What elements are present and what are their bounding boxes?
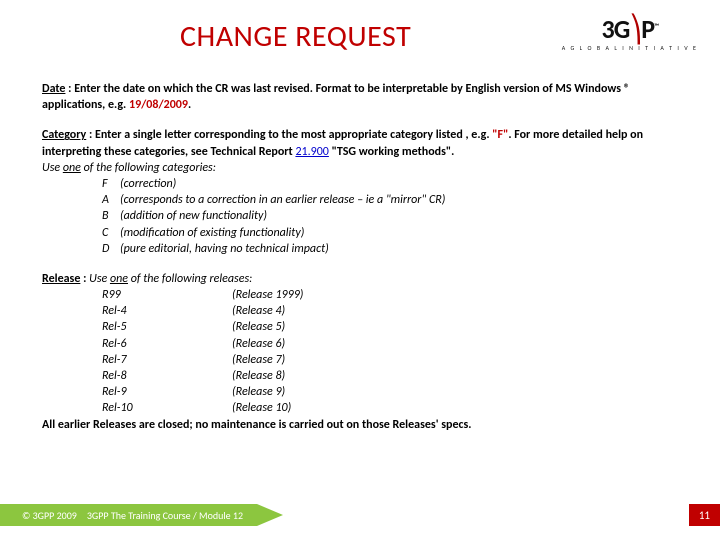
page-title: CHANGE REQUEST [180, 18, 411, 55]
category-desc: (corresponds to a correction in an earli… [120, 192, 445, 208]
release-code: R99 [102, 287, 232, 303]
release-code: Rel-5 [102, 319, 232, 335]
category-code: A [102, 192, 120, 208]
category-list: F(correction)A(corresponds to a correcti… [42, 176, 692, 257]
date-period: . [188, 98, 191, 112]
category-item: C(modification of existing functionality… [42, 225, 692, 241]
release-item: Rel-4(Release 4) [42, 303, 692, 319]
date-label: Date [42, 82, 65, 96]
category-body-c: "TSG working methods". [329, 145, 454, 159]
release-closing: All earlier Releases are closed; no main… [42, 417, 692, 433]
category-desc: (addition of new functionality) [120, 208, 267, 224]
release-code: Rel-8 [102, 368, 232, 384]
category-item: F(correction) [42, 176, 692, 192]
release-section: Release : Use one of the following relea… [42, 271, 692, 433]
release-list: R99(Release 1999)Rel-4(Release 4)Rel-5(R… [42, 287, 692, 417]
release-code: Rel-9 [102, 384, 232, 400]
footer-copyright: © 3GPP 2009 [22, 509, 77, 522]
release-use-suffix: of the following releases: [128, 272, 252, 286]
release-code: Rel-4 [102, 303, 232, 319]
footer: © 3GPP 2009 3GPP The Training Course / M… [0, 504, 720, 526]
category-code: B [102, 208, 120, 224]
category-use-line: Use one of the following categories: [42, 160, 692, 176]
category-code: F [102, 176, 120, 192]
logo-mark: 3G⎞P™ [562, 16, 698, 42]
release-item: Rel-9(Release 9) [42, 384, 692, 400]
date-section: Date : Enter the date on which the CR wa… [42, 81, 692, 113]
category-code: C [102, 225, 120, 241]
category-desc: (correction) [120, 176, 176, 192]
footer-course: 3GPP The Training Course / Module 12 [87, 509, 243, 522]
release-sep: : [80, 272, 89, 286]
technical-report-link[interactable]: 21.900 [295, 145, 328, 159]
release-code: Rel-6 [102, 336, 232, 352]
release-label: Release [42, 272, 80, 286]
release-item: Rel-10(Release 10) [42, 400, 692, 416]
page-number: 11 [689, 504, 720, 526]
release-item: R99(Release 1999) [42, 287, 692, 303]
release-item: Rel-5(Release 5) [42, 319, 692, 335]
logo-tagline: A G L O B A L I N I T I A T I V E [562, 45, 698, 51]
release-item: Rel-7(Release 7) [42, 352, 692, 368]
date-sep: : [65, 82, 74, 96]
category-label: Category [42, 128, 86, 142]
content-body: Date : Enter the date on which the CR wa… [0, 61, 720, 433]
category-item: B(addition of new functionality) [42, 208, 692, 224]
release-desc: (Release 1999) [232, 287, 303, 303]
release-use-prefix: Use [89, 272, 110, 286]
release-desc: (Release 9) [232, 384, 285, 400]
category-section: Category : Enter a single letter corresp… [42, 127, 692, 257]
footer-left: © 3GPP 2009 3GPP The Training Course / M… [0, 504, 257, 526]
release-desc: (Release 6) [232, 336, 285, 352]
category-sep: : [86, 128, 95, 142]
category-desc: (modification of existing functionality) [120, 225, 304, 241]
category-code: D [102, 241, 120, 257]
category-desc: (pure editorial, having no technical imp… [120, 241, 329, 257]
release-use-word: one [110, 272, 128, 286]
category-item: A(corresponds to a correction in an earl… [42, 192, 692, 208]
release-desc: (Release 5) [232, 319, 285, 335]
logo: 3G⎞P™ A G L O B A L I N I T I A T I V E [562, 16, 698, 51]
category-item: D(pure editorial, having no technical im… [42, 241, 692, 257]
release-desc: (Release 7) [232, 352, 285, 368]
release-desc: (Release 4) [232, 303, 285, 319]
release-desc: (Release 8) [232, 368, 285, 384]
release-code: Rel-7 [102, 352, 232, 368]
category-body-a: Enter a single letter corresponding to t… [95, 128, 492, 142]
release-item: Rel-6(Release 6) [42, 336, 692, 352]
release-desc: (Release 10) [232, 400, 291, 416]
release-code: Rel-10 [102, 400, 232, 416]
date-example: 19/08/2009 [129, 98, 188, 112]
category-example: "F" [492, 128, 508, 142]
release-item: Rel-8(Release 8) [42, 368, 692, 384]
